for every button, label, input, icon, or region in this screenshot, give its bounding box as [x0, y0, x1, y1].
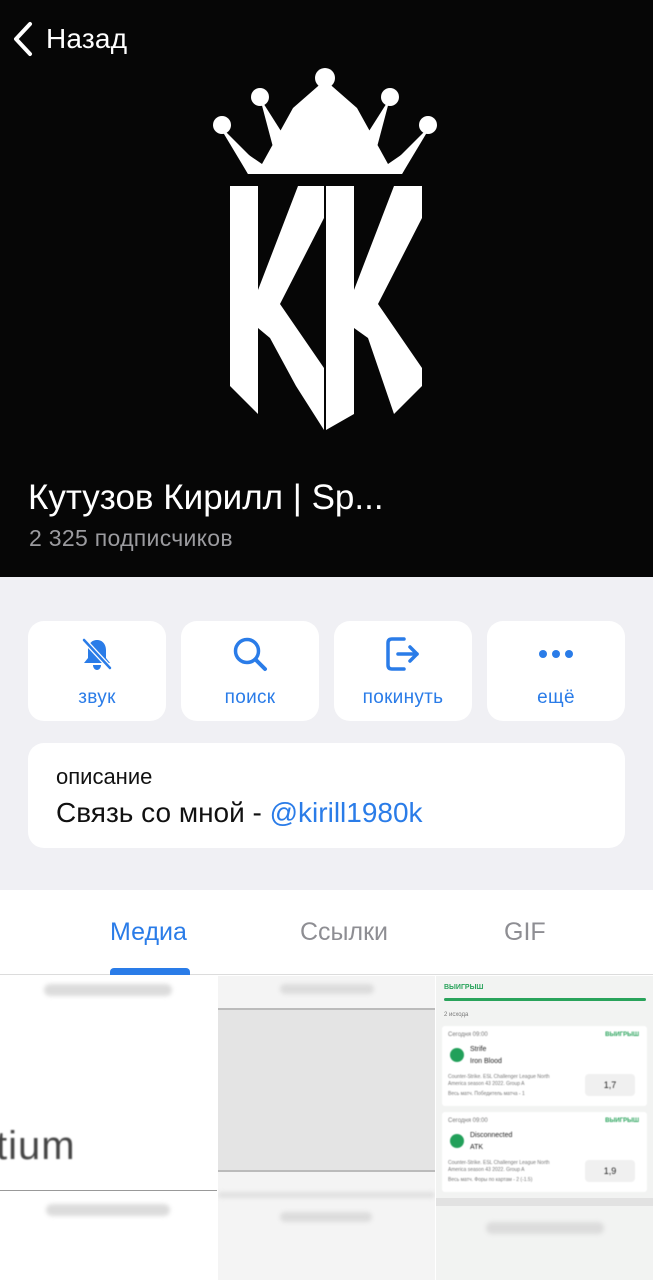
market: Весь матч. Победитель матча - 1	[448, 1091, 525, 1097]
blurred-bar	[280, 1212, 372, 1222]
shared-media-panel: Медиа Ссылки GIF tium ВЫИГРЫШ 2 исхода С…	[0, 890, 653, 1280]
blurred-bar	[486, 1222, 604, 1234]
media-thumbnail[interactable]: ВЫИГРЫШ 2 исхода Сегодня 09:00 ВЫИГРЫШ S…	[436, 976, 653, 1280]
channel-logo	[213, 68, 437, 430]
search-label: поиск	[224, 687, 276, 708]
leave-icon	[384, 635, 422, 673]
team-2: ATK	[470, 1144, 484, 1151]
description-card: описание Связь со мной - @kirill1980k	[28, 743, 625, 848]
sport-icon	[450, 1134, 464, 1148]
slip-header: ВЫИГРЫШ	[444, 984, 484, 991]
team-1: Disconnected	[470, 1132, 513, 1139]
progress-bar	[444, 998, 646, 1001]
league: Counter-Strike. ESL Challenger League No…	[448, 1074, 550, 1080]
league-2: America season 43 2022. Group A	[448, 1081, 525, 1087]
odds-box: 1,9	[585, 1160, 635, 1182]
tab-gif[interactable]: GIF	[504, 918, 546, 947]
tab-media[interactable]: Медиа	[110, 918, 187, 947]
more-icon	[537, 635, 575, 673]
leave-label: покинуть	[362, 687, 444, 708]
back-button[interactable]: Назад	[10, 14, 127, 64]
league: Counter-Strike. ESL Challenger League No…	[448, 1160, 550, 1166]
more-label: ещё	[537, 687, 575, 708]
leave-button[interactable]: покинуть	[334, 621, 472, 721]
channel-header: Назад Кутузов Кирилл | Sp... 2 325 подпи…	[0, 0, 653, 577]
divider	[0, 1190, 217, 1191]
blurred-bar	[44, 984, 172, 996]
bet-time: Сегодня 09:00	[448, 1032, 488, 1038]
blurred-bar	[218, 1192, 435, 1198]
sport-icon	[450, 1048, 464, 1062]
bet-status: ВЫИГРЫШ	[605, 1032, 639, 1038]
search-icon	[231, 635, 269, 673]
tab-links[interactable]: Ссылки	[300, 918, 388, 947]
blurred-image	[218, 1008, 435, 1172]
bet-time: Сегодня 09:00	[448, 1118, 488, 1124]
channel-title: Кутузов Кирилл | Sp...	[28, 478, 384, 517]
blurred-bar	[46, 1204, 170, 1216]
search-button[interactable]: поиск	[181, 621, 319, 721]
mute-button[interactable]: звук	[28, 621, 166, 721]
description-text: Связь со мной - @kirill1980k	[56, 797, 597, 829]
description-label: описание	[56, 764, 153, 789]
thumbnail-text: tium	[0, 1124, 76, 1168]
chevron-left-icon	[14, 22, 32, 56]
active-tab-indicator	[110, 968, 190, 975]
odds-box: 1,7	[585, 1074, 635, 1096]
divider	[436, 1198, 653, 1206]
team-2: Iron Blood	[470, 1058, 502, 1065]
media-tabs: Медиа Ссылки GIF	[0, 890, 653, 975]
team-1: Strife	[470, 1046, 487, 1053]
blurred-bar	[280, 984, 374, 994]
bet-card: Сегодня 09:00 ВЫИГРЫШ Disconnected ATK C…	[442, 1112, 647, 1192]
back-label: Назад	[46, 23, 128, 54]
more-button[interactable]: ещё	[487, 621, 625, 721]
bet-card: Сегодня 09:00 ВЫИГРЫШ Strife Iron Blood …	[442, 1026, 647, 1106]
mute-label: звук	[78, 687, 116, 708]
media-thumbnail[interactable]: tium	[0, 976, 217, 1280]
bell-muted-icon	[78, 635, 116, 673]
description-body: Связь со мной -	[56, 797, 270, 828]
market: Весь матч. Форы по картам - 2 (-1.5)	[448, 1177, 533, 1183]
bet-status: ВЫИГРЫШ	[605, 1118, 639, 1124]
outcomes-count: 2 исхода	[444, 1012, 469, 1018]
subscriber-count: 2 325 подписчиков	[29, 525, 233, 551]
league-2: America season 43 2022. Group A	[448, 1167, 525, 1173]
action-bar: звук поиск покинуть ещё	[28, 621, 625, 721]
media-thumbnail[interactable]	[218, 976, 435, 1280]
username-link[interactable]: @kirill1980k	[270, 797, 423, 828]
